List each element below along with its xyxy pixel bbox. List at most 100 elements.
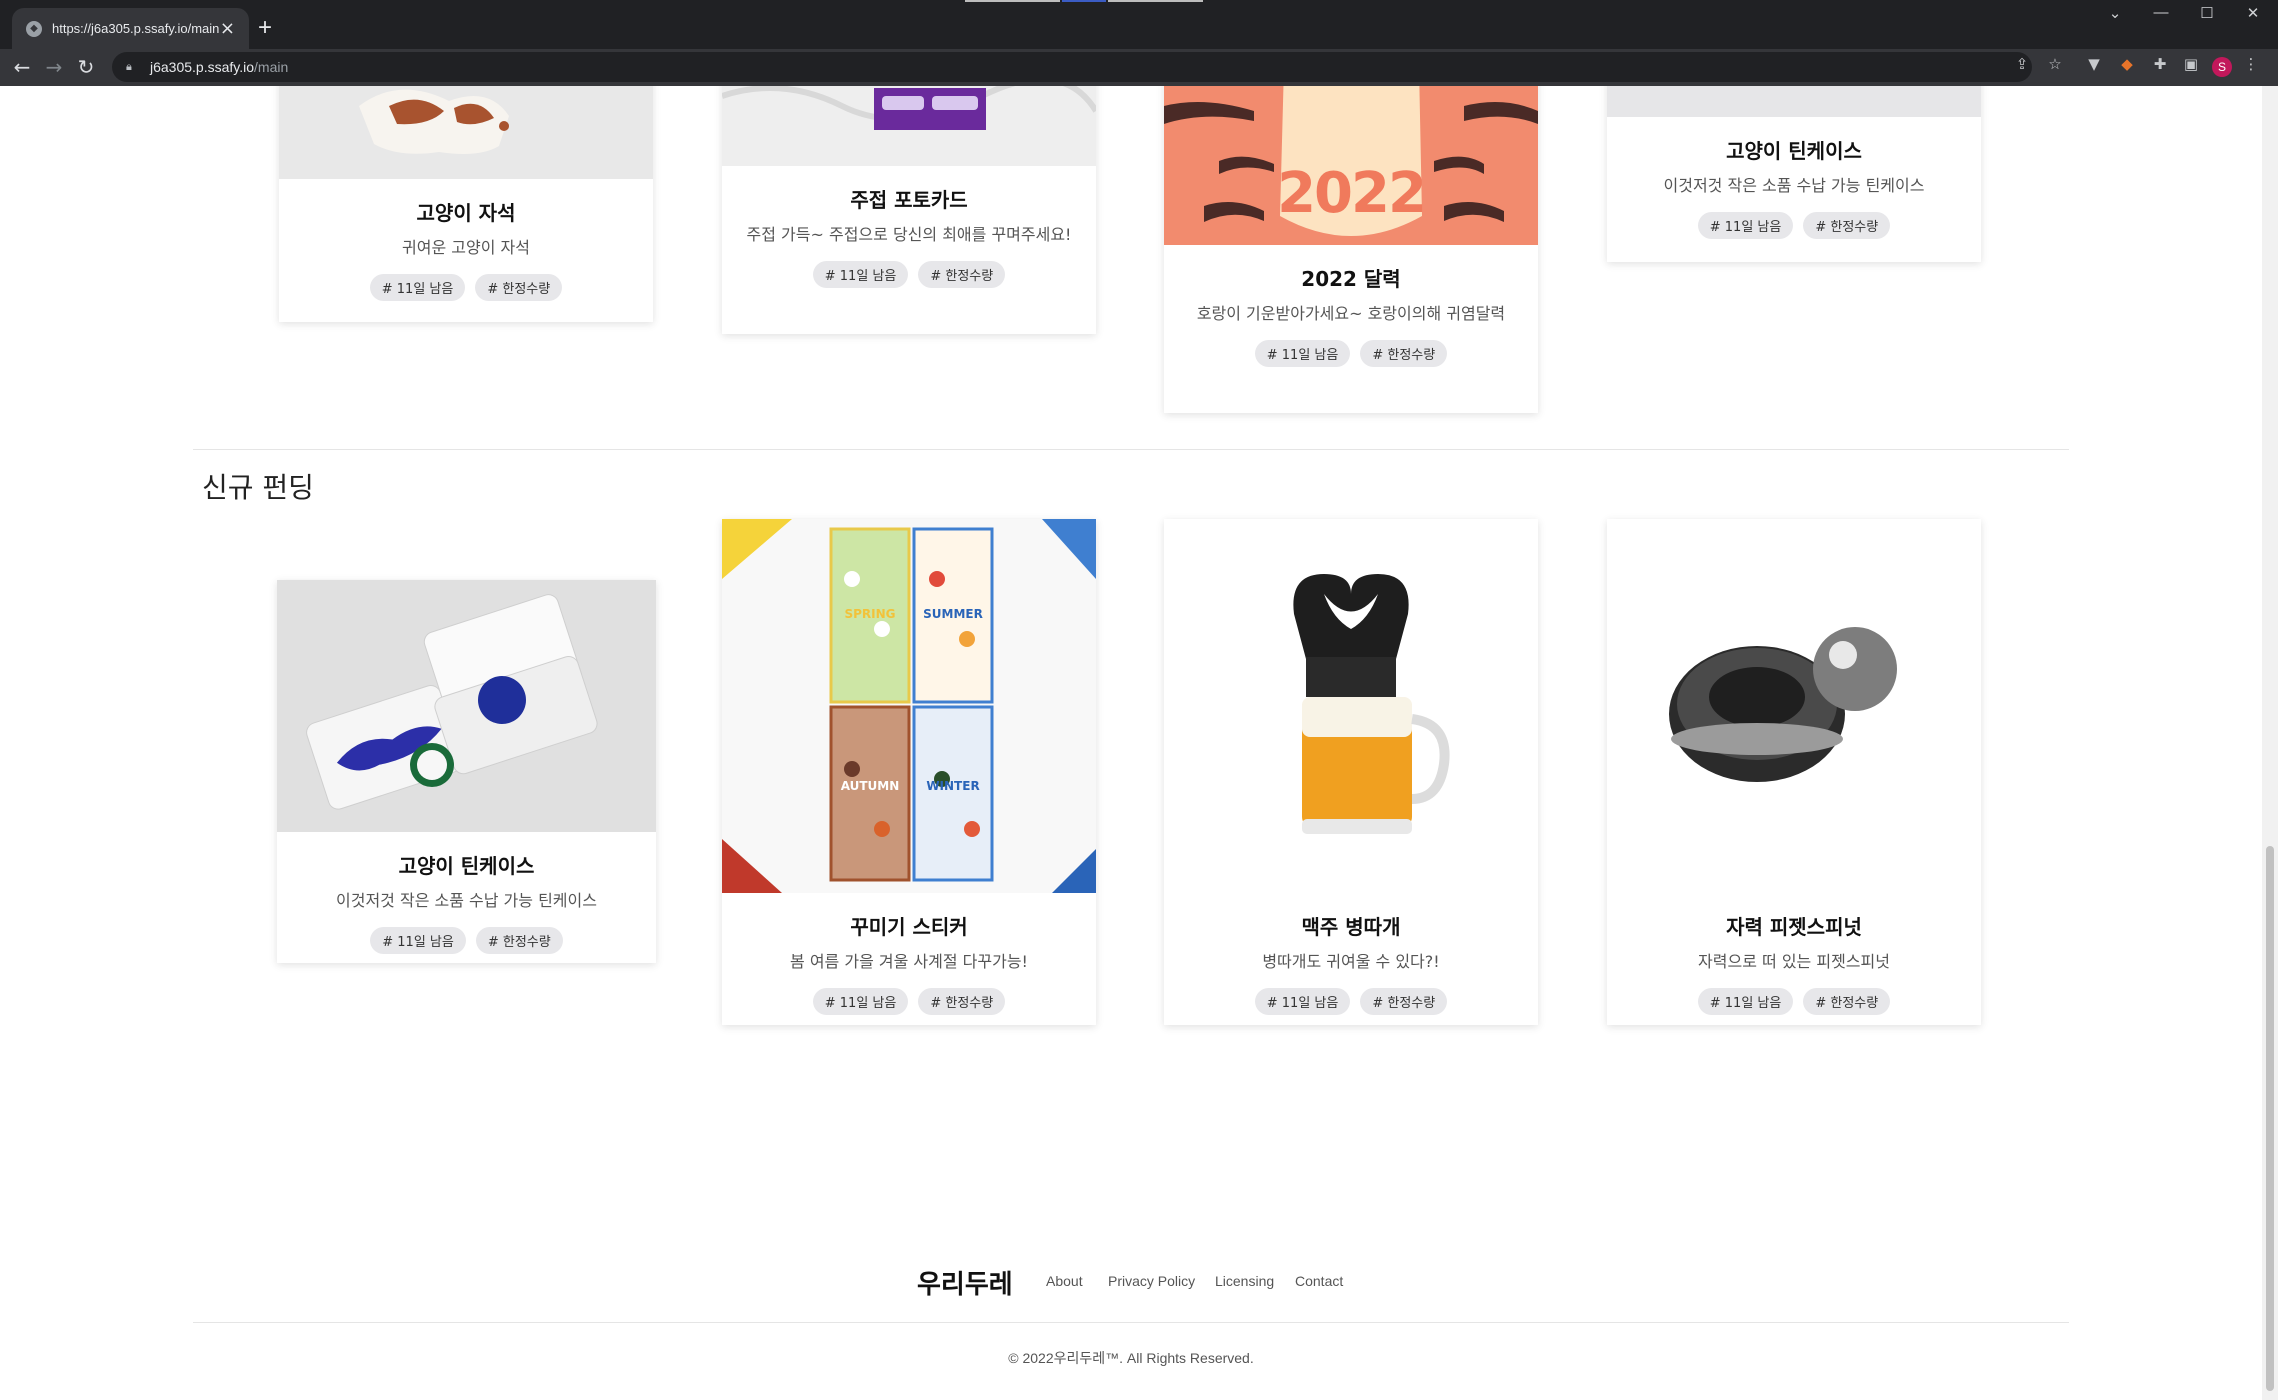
tag-limited[interactable]: # 한정수량 bbox=[918, 261, 1006, 288]
tab-close-icon[interactable]: × bbox=[220, 19, 235, 38]
close-window-icon[interactable]: ✕ bbox=[2230, 4, 2276, 22]
cat-magnet-illustration bbox=[279, 86, 653, 179]
product-title: 2022 달력 bbox=[1301, 267, 1401, 291]
product-description: 병따개도 귀여울 수 있다?! bbox=[1262, 952, 1440, 971]
footer-link-licensing[interactable]: Licensing bbox=[1215, 1273, 1274, 1289]
tincase-image bbox=[1607, 86, 1981, 117]
sticker-label-winter: WINTER bbox=[926, 779, 980, 793]
metamask-icon[interactable]: ◆ bbox=[2116, 53, 2138, 75]
tab-search-strip-end bbox=[1108, 0, 1203, 2]
product-card[interactable]: 고양이 틴케이스 이것저것 작은 소품 수납 가능 틴케이스 # 11일 남음 … bbox=[277, 580, 656, 963]
extensions-icon[interactable]: ✚ bbox=[2149, 53, 2171, 75]
tag-days-left[interactable]: # 11일 남음 bbox=[812, 261, 909, 288]
browser-tab[interactable]: ◆ https://j6a305.p.ssafy.io/main × bbox=[12, 8, 249, 49]
side-panel-icon[interactable]: ▣ bbox=[2180, 53, 2202, 75]
address-bar[interactable]: 🔒︎ j6a305.p.ssafy.io/main bbox=[112, 52, 2032, 82]
product-description: 주접 가득~ 주접으로 당신의 최애를 꾸며주세요! bbox=[746, 225, 1072, 244]
tab-search-strip bbox=[965, 0, 1060, 2]
tab-search-strip-accent bbox=[1062, 0, 1106, 2]
tag-days-left[interactable]: # 11일 남음 bbox=[1254, 340, 1351, 367]
product-title: 맥주 병따개 bbox=[1301, 915, 1401, 939]
tag-days-left[interactable]: # 11일 남음 bbox=[369, 274, 466, 301]
tag-days-left[interactable]: # 11일 남음 bbox=[812, 988, 909, 1015]
tincase-image bbox=[277, 580, 656, 832]
tag-list: # 11일 남음 # 한정수량 bbox=[279, 274, 653, 301]
url-host: j6a305.p.ssafy.io bbox=[150, 59, 255, 75]
tag-list: # 11일 남음 # 한정수량 bbox=[1164, 988, 1538, 1015]
tag-list: # 11일 남음 # 한정수량 bbox=[277, 927, 656, 954]
tag-limited[interactable]: # 한정수량 bbox=[475, 927, 563, 954]
vue-devtools-icon[interactable]: ▼ bbox=[2083, 53, 2105, 75]
section-divider bbox=[193, 449, 2069, 450]
tab-search-chevron-icon[interactable]: ⌄ bbox=[2092, 4, 2138, 22]
footer-link-about[interactable]: About bbox=[1046, 1273, 1083, 1289]
site-favicon-icon: ◆ bbox=[26, 20, 42, 37]
tag-limited[interactable]: # 한정수량 bbox=[918, 988, 1006, 1015]
reload-icon[interactable]: ↻ bbox=[72, 53, 100, 81]
tag-list: # 11일 남음 # 한정수량 bbox=[1607, 988, 1981, 1015]
footer-link-contact[interactable]: Contact bbox=[1295, 1273, 1343, 1289]
url-path: /main bbox=[254, 59, 289, 75]
tag-limited[interactable]: # 한정수량 bbox=[1803, 212, 1891, 239]
footer-divider bbox=[193, 1322, 2069, 1323]
product-description: 자력으로 떠 있는 피젯스피넛 bbox=[1698, 952, 1890, 971]
section-title: 신규 펀딩 bbox=[202, 471, 314, 504]
product-title: 자력 피젯스피넛 bbox=[1726, 915, 1862, 939]
sticker-label-autumn: AUTUMN bbox=[840, 779, 900, 793]
product-card[interactable]: 맥주 병따개 병따개도 귀여울 수 있다?! # 11일 남음 # 한정수량 bbox=[1164, 519, 1538, 1025]
cat-magnet-image bbox=[279, 86, 653, 179]
profile-avatar[interactable]: S bbox=[2212, 57, 2232, 77]
product-card[interactable]: 고양이 자석 귀여운 고양이 자석 # 11일 남음 # 한정수량 bbox=[279, 86, 653, 322]
sticker-label-spring: SPRING bbox=[844, 607, 896, 621]
sticker-image: SPRING SUMMER AUTUMN WINTER bbox=[722, 519, 1096, 893]
tag-list: # 11일 남음 # 한정수량 bbox=[1607, 212, 1981, 239]
tincase-illustration bbox=[277, 580, 656, 832]
scrollbar-thumb[interactable] bbox=[2266, 846, 2274, 1391]
tag-days-left[interactable]: # 11일 남음 bbox=[370, 927, 466, 954]
new-tab-icon[interactable]: + bbox=[258, 13, 272, 43]
product-card[interactable]: 주접 포토카드 주접 가득~ 주접으로 당신의 최애를 꾸며주세요! # 11일… bbox=[722, 86, 1096, 334]
footer-brand[interactable]: 우리두레 bbox=[917, 1264, 1013, 1301]
tag-list: # 11일 남음 # 한정수량 bbox=[722, 261, 1096, 288]
tag-days-left[interactable]: # 11일 남음 bbox=[1697, 212, 1794, 239]
calendar-image: 2022 bbox=[1164, 86, 1538, 245]
tag-list: # 11일 남음 # 한정수량 bbox=[1164, 340, 1538, 367]
tag-days-left[interactable]: # 11일 남음 bbox=[1254, 988, 1351, 1015]
back-icon[interactable]: ← bbox=[8, 53, 36, 81]
photocard-image bbox=[722, 86, 1096, 166]
share-icon[interactable]: ⇪ bbox=[2011, 53, 2033, 75]
product-title: 고양이 틴케이스 bbox=[398, 854, 535, 878]
tag-limited[interactable]: # 한정수량 bbox=[1360, 988, 1448, 1015]
page-scrollbar[interactable] bbox=[2262, 86, 2278, 1400]
tag-days-left[interactable]: # 11일 남음 bbox=[1697, 988, 1794, 1015]
copyright: © 2022우리두레™. All Rights Reserved. bbox=[1008, 1350, 1254, 1366]
tag-limited[interactable]: # 한정수량 bbox=[1803, 988, 1891, 1015]
product-description: 호랑이 기운받아가세요~ 호랑이의해 귀염달력 bbox=[1196, 304, 1506, 323]
calendar-year-text: 2022 bbox=[1277, 161, 1427, 226]
menu-kebab-icon[interactable]: ⋮ bbox=[2240, 53, 2262, 75]
product-card[interactable]: 2022 2022 달력 호랑이 기운받아가세요~ 호랑이의해 귀염달력 # 1… bbox=[1164, 86, 1538, 413]
minimize-icon[interactable]: — bbox=[2138, 4, 2184, 21]
page-viewport: 고양이 자석 귀여운 고양이 자석 # 11일 남음 # 한정수량 주접 포토카… bbox=[0, 86, 2262, 1400]
product-card[interactable]: 고양이 틴케이스 이것저것 작은 소품 수납 가능 틴케이스 # 11일 남음 … bbox=[1607, 86, 1981, 262]
footer-link-privacy[interactable]: Privacy Policy bbox=[1108, 1273, 1195, 1289]
tag-limited[interactable]: # 한정수량 bbox=[475, 274, 563, 301]
tag-limited[interactable]: # 한정수량 bbox=[1360, 340, 1448, 367]
fidget-spinner-illustration bbox=[1607, 519, 1981, 893]
product-title: 꾸미기 스티커 bbox=[850, 915, 968, 939]
maximize-icon[interactable]: ☐ bbox=[2184, 4, 2230, 22]
sticker-label-summer: SUMMER bbox=[923, 607, 983, 621]
tag-list: # 11일 남음 # 한정수량 bbox=[722, 988, 1096, 1015]
product-title: 주접 포토카드 bbox=[850, 188, 968, 212]
forward-icon[interactable]: → bbox=[40, 53, 68, 81]
sticker-illustration bbox=[722, 519, 1096, 893]
product-card[interactable]: SPRING SUMMER AUTUMN WINTER 꾸미기 스티커 봄 여름… bbox=[722, 519, 1096, 1025]
product-card[interactable]: 자력 피젯스피넛 자력으로 떠 있는 피젯스피넛 # 11일 남음 # 한정수량 bbox=[1607, 519, 1981, 1025]
tab-title: https://j6a305.p.ssafy.io/main bbox=[52, 21, 220, 36]
product-description: 봄 여름 가을 겨울 사계절 다꾸가능! bbox=[790, 952, 1028, 971]
bookmark-star-icon[interactable]: ☆ bbox=[2044, 53, 2066, 75]
fidget-spinner-image bbox=[1607, 519, 1981, 893]
product-description: 이것저것 작은 소품 수납 가능 틴케이스 bbox=[336, 891, 597, 910]
product-description: 이것저것 작은 소품 수납 가능 틴케이스 bbox=[1663, 176, 1925, 195]
product-title: 고양이 틴케이스 bbox=[1726, 139, 1862, 163]
